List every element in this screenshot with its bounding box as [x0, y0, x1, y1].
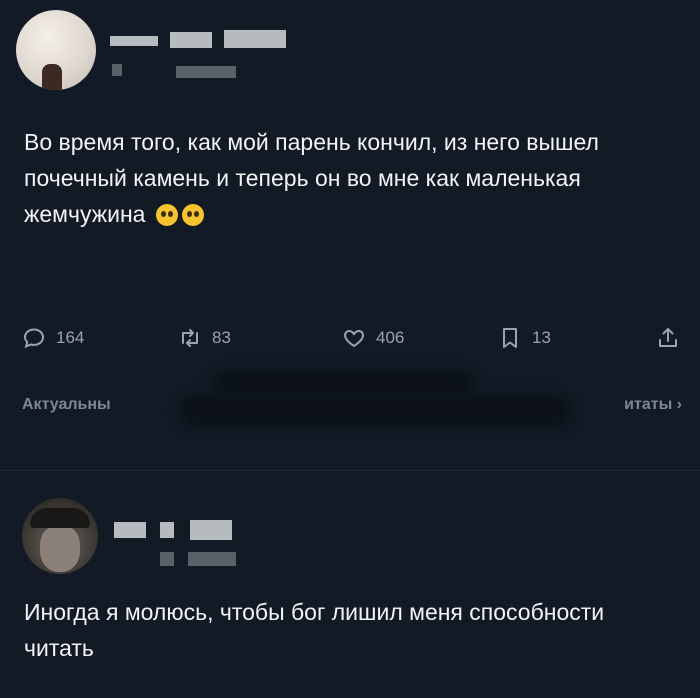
reply-count: 164: [56, 328, 85, 347]
post-text-content: Во время того, как мой парень кончил, из…: [24, 129, 599, 227]
censored-display-name: [114, 522, 146, 538]
repost-button[interactable]: 83: [178, 320, 231, 356]
avatar[interactable]: [16, 10, 96, 90]
post-divider: [0, 470, 700, 471]
bookmark-count: 13: [532, 328, 551, 347]
post-text-content: Иногда я молюсь, чтобы бог лишил меня сп…: [24, 599, 605, 661]
avatar[interactable]: [22, 498, 98, 574]
like-button[interactable]: 406: [342, 320, 404, 356]
bookmark-icon: [503, 328, 517, 348]
post-text: Иногда я молюсь, чтобы бог лишил меня сп…: [24, 594, 674, 666]
tears-of-joy-emoji: [181, 204, 204, 226]
reply-button[interactable]: 164: [22, 320, 84, 356]
share-icon: [659, 328, 677, 347]
repost-count: 83: [212, 328, 231, 347]
censored-handle-2: [188, 552, 236, 566]
post-footer: Актуальны итаты ›: [22, 392, 682, 420]
trending-link[interactable]: Актуальны: [22, 396, 111, 414]
screenshot: Во время того, как мой парень кончил, из…: [0, 0, 700, 698]
heart-icon: [344, 329, 364, 348]
censored-display-name-2: [160, 522, 174, 538]
avatar-photo-detail-2: [30, 508, 90, 528]
reply-icon: [23, 328, 45, 349]
redaction-smudge: [214, 372, 474, 394]
avatar-photo-detail: [42, 64, 62, 90]
share-button[interactable]: [656, 320, 680, 356]
post-actions-bar: 164 83 406 13: [22, 320, 682, 360]
censored-handle: [160, 552, 174, 566]
quotes-link[interactable]: итаты ›: [624, 396, 682, 414]
bookmark-button[interactable]: 13: [498, 320, 551, 356]
censored-display-name-2: [170, 32, 212, 48]
censored-handle-2: [176, 66, 236, 78]
censored-display-name-3: [224, 30, 286, 48]
censored-display-name-3: [190, 520, 232, 540]
pleading-face-emoji: [155, 204, 178, 226]
post-text: Во время того, как мой парень кончил, из…: [24, 124, 674, 232]
censored-handle: [112, 64, 122, 76]
censored-display-name: [110, 36, 158, 46]
avatar-photo-detail: [40, 526, 80, 572]
repost-icon: [182, 329, 198, 347]
like-count: 406: [376, 328, 405, 347]
